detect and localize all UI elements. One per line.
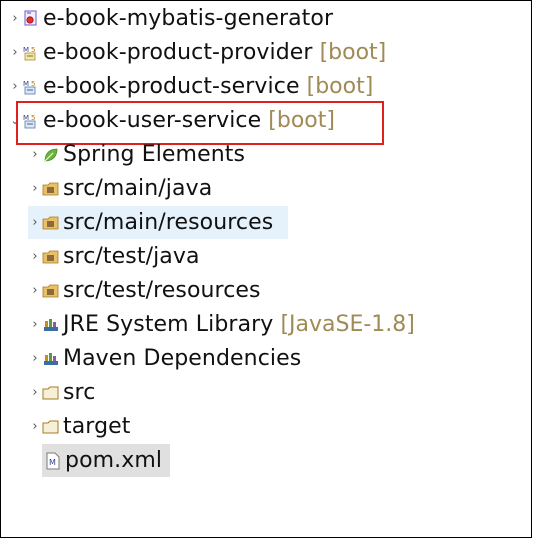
chevron-right-icon[interactable]: › — [8, 70, 22, 103]
tree-item-src-test-resources[interactable]: › src/test/resources — [28, 274, 261, 307]
tree-item-e-book-product-service[interactable]: › M 5 e-book-product-service [boot] — [8, 70, 373, 103]
chevron-right-icon[interactable]: › — [28, 172, 42, 205]
source-folder-icon — [42, 282, 60, 300]
chevron-right-icon[interactable]: › — [28, 410, 42, 443]
chevron-right-icon[interactable]: › — [28, 274, 42, 307]
tree-item-label: src/test/resources — [63, 278, 261, 303]
tree-item-e-book-mybatis-generator[interactable]: › e-book-mybatis-generator — [8, 2, 333, 35]
chevron-right-icon[interactable]: › — [8, 36, 22, 69]
chevron-right-icon[interactable]: › — [28, 206, 42, 239]
tree-item-src[interactable]: › src — [28, 376, 95, 409]
chevron-right-icon[interactable]: › — [28, 240, 42, 273]
tree-item-pom-xml[interactable]: M pom.xml — [42, 444, 170, 477]
chevron-right-icon[interactable]: › — [28, 376, 42, 409]
tree-item-label: src — [63, 380, 96, 405]
tree-item-target[interactable]: › target — [28, 410, 131, 443]
tree-item-label: Spring Elements — [63, 142, 246, 167]
source-folder-icon — [42, 180, 60, 198]
tree-item-label: target — [63, 414, 131, 439]
chevron-right-icon[interactable]: › — [28, 138, 42, 171]
tree-item-label: Maven Dependencies — [63, 346, 302, 371]
tree-item-maven-dependencies[interactable]: › Maven Dependencies — [28, 342, 301, 375]
source-folder-icon — [42, 214, 60, 232]
maven-spring-project-icon: M 5 — [22, 44, 40, 62]
tree-item-e-book-product-provider[interactable]: › M 5 e-book-product-provider [boot] — [8, 36, 386, 69]
tree-item-label: src/main/java — [63, 176, 213, 201]
tree-item-decoration: [boot] — [306, 74, 374, 99]
chevron-right-icon[interactable]: › — [28, 308, 42, 341]
tree-item-src-main-resources[interactable]: › src/main/resources — [28, 206, 288, 239]
tree-item-decoration: [JavaSE-1.8] — [280, 312, 415, 337]
tree-item-src-test-java[interactable]: › src/test/java — [28, 240, 200, 273]
tree-item-label: src/main/resources — [63, 210, 274, 235]
spring-leaf-icon — [42, 146, 60, 164]
maven-pom-file-icon: M — [44, 452, 62, 470]
tree-item-label: e-book-product-provider — [43, 40, 313, 65]
tree-item-label: JRE System Library — [63, 312, 274, 337]
library-icon — [42, 350, 60, 368]
tree-item-src-main-java[interactable]: › src/main/java — [28, 172, 212, 205]
tree-item-jre-system-library[interactable]: › JRE System Library [JavaSE-1.8] — [28, 308, 415, 341]
tree-item-label: e-book-product-service — [43, 74, 300, 99]
java-project-icon — [22, 10, 40, 28]
tree-item-spring-elements[interactable]: › Spring Elements — [28, 138, 245, 171]
tree-item-label: src/test/java — [63, 244, 200, 269]
folder-icon — [42, 418, 60, 436]
source-folder-icon — [42, 248, 60, 266]
chevron-right-icon[interactable]: › — [8, 2, 22, 35]
library-icon — [42, 316, 60, 334]
maven-spring-project-icon: M 5 — [22, 78, 40, 96]
svg-text:M: M — [49, 458, 56, 467]
tree-item-label: e-book-mybatis-generator — [43, 6, 334, 31]
tree-item-label: pom.xml — [65, 448, 163, 473]
tree-item-decoration: [boot] — [319, 40, 387, 65]
chevron-right-icon[interactable]: › — [28, 342, 42, 375]
folder-icon — [42, 384, 60, 402]
